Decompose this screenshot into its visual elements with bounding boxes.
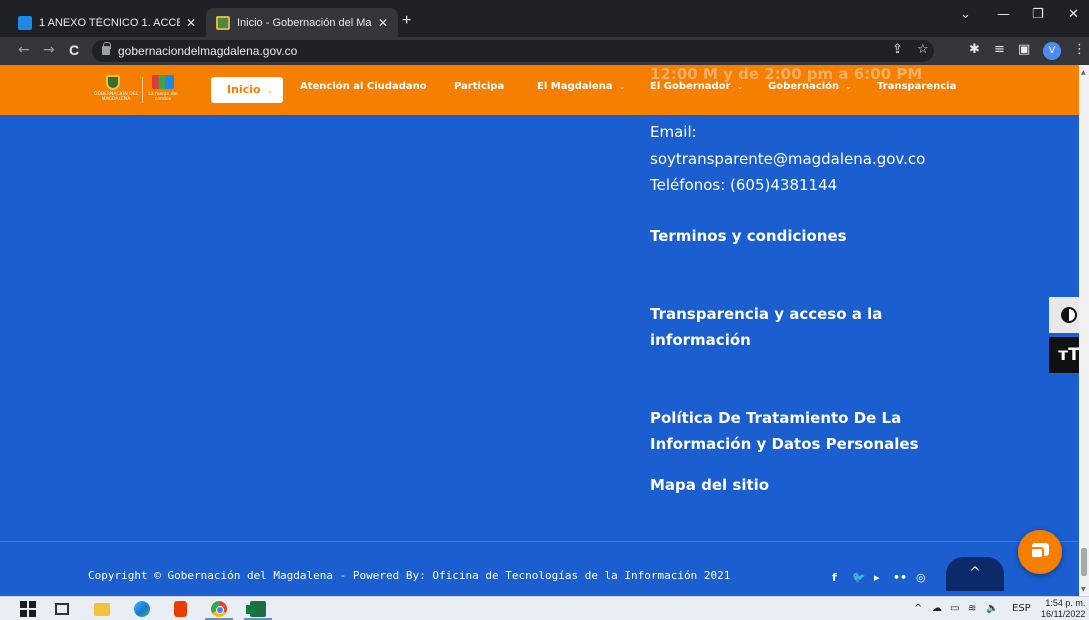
excel-icon[interactable] [246, 601, 266, 617]
menu-label: Transparencia [877, 81, 957, 92]
chrome-icon[interactable] [211, 601, 227, 617]
facebook-icon[interactable]: f [832, 571, 837, 584]
scroll-up-arrow-icon[interactable]: ▲ [1081, 69, 1086, 76]
tab-title: Inicio - Gobernación del Magdal [237, 16, 372, 29]
close-tab-icon[interactable]: ✕ [186, 16, 196, 30]
volume-icon[interactable]: 🔈 [986, 603, 998, 614]
youtube-icon[interactable]: ▸ [874, 571, 880, 584]
menu-label: Inicio [227, 83, 261, 96]
text-size-icon: ᴛT [1058, 345, 1080, 365]
tab-gobernacion[interactable]: Inicio - Gobernación del Magdal ✕ [206, 8, 398, 37]
phones-text: Teléfonos: (605)4381144 [650, 176, 838, 194]
site-logo[interactable]: GOBERNACIÓN DEL MAGDALENA La fuerza del … [92, 75, 188, 105]
profile-avatar[interactable]: V [1043, 42, 1061, 60]
chat-bubble-icon [1030, 547, 1044, 559]
menu-item-el-gobernador[interactable]: El Gobernador ⌄ [650, 81, 743, 99]
restore-button[interactable]: ❐ [1032, 7, 1044, 22]
browser-toolbar: ← → C gobernaciondelmagdalena.gov.co ⇪ ☆… [0, 37, 1089, 65]
side-panel-icon[interactable]: ▣ [1018, 42, 1030, 57]
menu-label: Participa [454, 81, 505, 92]
logo-text-gobernacion: GOBERNACIÓN DEL MAGDALENA [93, 92, 139, 102]
forward-button[interactable]: → [43, 42, 55, 58]
menu-item-participa[interactable]: Participa [454, 81, 504, 99]
reading-list-icon[interactable]: ≡ [994, 42, 1005, 57]
data-policy-link-line1[interactable]: Política De Tratamiento De La [650, 405, 901, 431]
close-tab-icon[interactable]: ✕ [378, 16, 388, 30]
fuerza-del-cambio-icon [152, 75, 174, 89]
task-view-icon[interactable] [55, 603, 69, 615]
address-bar[interactable]: gobernaciondelmagdalena.gov.co [92, 40, 934, 62]
coat-of-arms-icon [106, 75, 120, 90]
menu-item-transparencia[interactable]: Transparencia [877, 81, 956, 99]
minimize-button[interactable]: — [997, 7, 1010, 22]
lock-icon[interactable] [102, 42, 111, 55]
transparency-link-line2[interactable]: información [650, 327, 751, 353]
menu-item-inicio[interactable]: Inicio ⌄ [211, 77, 283, 103]
menu-item-el-magdalena[interactable]: El Magdalena ⌄ [537, 81, 625, 99]
tray-chevron-icon[interactable]: ^ [914, 603, 922, 614]
footer-divider [0, 541, 1079, 542]
menu-label: Atención al Ciudadano [300, 81, 427, 92]
flickr-icon[interactable]: •• [893, 571, 907, 584]
data-policy-link-line2[interactable]: Información y Datos Personales [650, 431, 919, 457]
terms-link[interactable]: Terminos y condiciones [650, 223, 847, 249]
transparency-link-line1[interactable]: Transparencia y acceso a la [650, 301, 882, 327]
tab-anexo-tecnico[interactable]: 1 ANEXO TÉCNICO 1. ACCESIBILI ✕ [8, 8, 206, 37]
clock[interactable]: 1:54 p. m. 16/11/2022 [1041, 598, 1085, 620]
twitter-icon[interactable]: 🐦 [852, 571, 866, 584]
chevron-down-icon: ⌄ [266, 86, 274, 95]
site-favicon-icon [216, 15, 230, 30]
edge-icon[interactable] [134, 601, 150, 617]
tab-title: 1 ANEXO TÉCNICO 1. ACCESIBILI [39, 16, 180, 29]
tab-search-icon[interactable]: ⌄ [960, 7, 971, 22]
star-icon[interactable]: ☆ [917, 42, 929, 57]
battery-icon[interactable]: ▭ [950, 603, 959, 614]
menu-label: Gobernación [768, 81, 840, 92]
chevron-down-icon: ⌄ [736, 82, 744, 91]
logo-divider [142, 77, 143, 103]
url-text[interactable]: gobernaciondelmagdalena.gov.co [118, 44, 297, 58]
windows-start-icon[interactable] [20, 601, 36, 617]
chevron-down-icon: ⌄ [618, 82, 626, 91]
new-tab-button[interactable]: + [402, 12, 411, 30]
file-explorer-icon[interactable] [94, 603, 110, 616]
chat-button[interactable] [1018, 530, 1062, 574]
contrast-icon [1061, 307, 1077, 323]
chevron-down-icon: ⌄ [845, 82, 852, 91]
chevron-up-icon: ^ [969, 565, 981, 581]
extensions-icon[interactable]: ✱ [969, 42, 980, 57]
browser-window: 1 ANEXO TÉCNICO 1. ACCESIBILI ✕ Inicio -… [0, 0, 1089, 620]
menu-item-atencion[interactable]: Atención al Ciudadano [300, 81, 427, 99]
logo-text-slogan: La fuerza del cambio [148, 92, 178, 102]
clock-time: 1:54 p. m. [1045, 598, 1086, 608]
tab-strip: 1 ANEXO TÉCNICO 1. ACCESIBILI ✕ Inicio -… [0, 0, 1089, 37]
reload-button[interactable]: C [69, 42, 79, 58]
back-button[interactable]: ← [18, 42, 30, 58]
email-address: soytransparente@magdalena.gov.co [650, 150, 926, 168]
instagram-icon[interactable]: ◎ [916, 571, 926, 584]
menu-label: El Gobernador [650, 81, 731, 92]
office-icon[interactable] [174, 601, 187, 617]
sitemap-link[interactable]: Mapa del sitio [650, 472, 769, 498]
clock-date: 16/11/2022 [1041, 609, 1086, 619]
close-window-button[interactable]: ✕ [1068, 7, 1079, 22]
back-to-top-button[interactable]: ^ [946, 557, 1004, 591]
menu-label: El Magdalena [537, 81, 613, 92]
scrollbar-thumb[interactable] [1081, 548, 1087, 576]
page-scrollbar[interactable] [1079, 65, 1089, 596]
menu-icon[interactable]: ⋮ [1073, 42, 1086, 57]
windows-taskbar: ^ ☁ ▭ ≋ 🔈 ESP 1:54 p. m. 16/11/2022 [0, 596, 1089, 620]
copyright-text: Copyright © Gobernación del Magdalena - … [88, 569, 731, 582]
email-label: Email: [650, 123, 697, 141]
language-indicator[interactable]: ESP [1012, 603, 1031, 614]
document-favicon-icon [18, 15, 32, 30]
wifi-icon[interactable]: ≋ [968, 603, 976, 614]
scroll-down-arrow-icon[interactable]: ▼ [1081, 586, 1086, 593]
onedrive-icon[interactable]: ☁ [932, 603, 942, 614]
menu-item-gobernacion[interactable]: Gobernación ⌄ [768, 81, 852, 99]
share-icon[interactable]: ⇪ [892, 42, 903, 57]
